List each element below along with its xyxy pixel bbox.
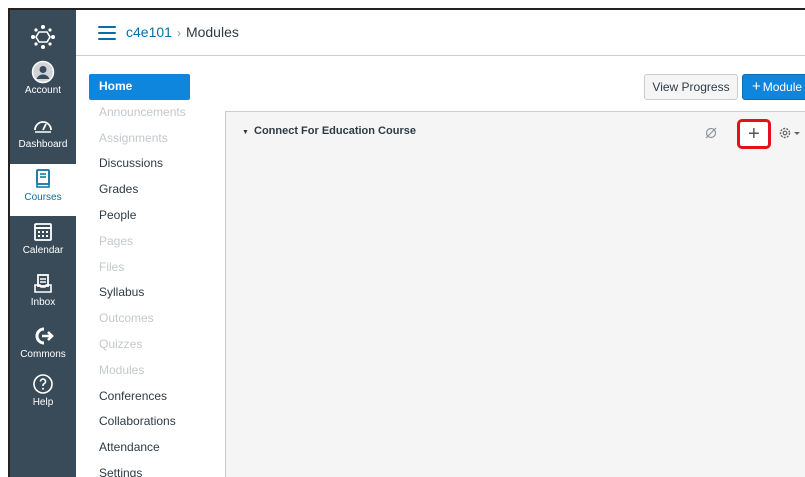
global-nav-label: Help — [32, 397, 54, 408]
global-nav-label: Commons — [20, 349, 66, 360]
course-nav-announcements[interactable]: Announcements — [89, 100, 229, 126]
course-nav-syllabus[interactable]: Syllabus — [89, 280, 229, 306]
add-module-label: Module — [762, 80, 803, 94]
add-item-button[interactable]: + — [737, 119, 771, 149]
breadcrumb-separator: › — [176, 26, 181, 40]
module-title[interactable]: Connect For Education Course — [254, 125, 416, 137]
page-header: c4e101 › Modules — [76, 10, 805, 56]
course-nav-conferences[interactable]: Conferences — [89, 384, 229, 410]
global-navigation: Account Dashboard Courses Calendar Inbox… — [10, 10, 76, 477]
course-nav-collaborations[interactable]: Collaborations — [89, 409, 229, 435]
global-nav-label: Courses — [24, 192, 62, 203]
course-nav-home[interactable]: Home — [89, 74, 190, 100]
global-nav-label: Calendar — [22, 245, 64, 256]
course-nav-quizzes[interactable]: Quizzes — [89, 332, 229, 358]
gear-icon — [779, 127, 800, 139]
unpublished-icon[interactable] — [704, 126, 718, 140]
course-nav-pages[interactable]: Pages — [89, 229, 229, 255]
course-navigation: Home Announcements Assignments Discussio… — [89, 74, 229, 477]
dashboard-icon — [34, 121, 52, 133]
view-progress-button[interactable]: View Progress — [644, 74, 738, 100]
global-nav-label: Inbox — [30, 297, 56, 308]
collapse-caret-icon[interactable]: ▼ — [242, 129, 249, 136]
course-nav-people[interactable]: People — [89, 203, 229, 229]
module-header[interactable]: ▼ Connect For Education Course + — [226, 112, 805, 152]
canvas-logo-icon[interactable] — [30, 24, 56, 50]
global-nav-courses[interactable]: Courses — [10, 164, 76, 216]
global-nav-account[interactable]: Account — [10, 60, 76, 110]
breadcrumb: c4e101 › Modules — [126, 23, 239, 42]
modules-container: ▼ Connect For Education Course + — [225, 111, 805, 477]
help-icon — [33, 374, 53, 394]
course-nav-modules[interactable]: Modules — [89, 358, 229, 384]
global-nav-calendar[interactable]: Calendar — [10, 220, 76, 270]
account-icon — [31, 60, 55, 84]
course-nav-attendance[interactable]: Attendance — [89, 435, 229, 461]
course-nav-discussions[interactable]: Discussions — [89, 151, 229, 177]
canvas-app: Account Dashboard Courses Calendar Inbox… — [8, 8, 805, 477]
global-nav-label: Dashboard — [18, 139, 68, 150]
course-nav-assignments[interactable]: Assignments — [89, 126, 229, 152]
commons-icon — [35, 327, 54, 345]
module-settings-button[interactable] — [776, 124, 804, 142]
course-nav-settings[interactable]: Settings — [89, 461, 229, 477]
course-nav-grades[interactable]: Grades — [89, 177, 229, 203]
global-nav-help[interactable]: Help — [10, 372, 76, 422]
plus-icon: + — [748, 123, 760, 145]
course-nav-outcomes[interactable]: Outcomes — [89, 306, 229, 332]
global-nav-dashboard[interactable]: Dashboard — [10, 114, 76, 164]
course-nav-files[interactable]: Files — [89, 255, 229, 281]
breadcrumb-course-link[interactable]: c4e101 — [126, 24, 172, 40]
global-nav-commons[interactable]: Commons — [10, 324, 76, 374]
courses-icon — [36, 169, 50, 188]
global-nav-label: Account — [24, 85, 62, 96]
inbox-icon — [34, 274, 52, 293]
plus-icon: + — [751, 78, 761, 95]
calendar-icon — [34, 223, 52, 241]
add-module-button[interactable]: + Module — [742, 74, 805, 100]
breadcrumb-current-page: Modules — [185, 24, 239, 40]
global-nav-inbox[interactable]: Inbox — [10, 272, 76, 322]
hamburger-menu-icon[interactable] — [98, 26, 116, 40]
